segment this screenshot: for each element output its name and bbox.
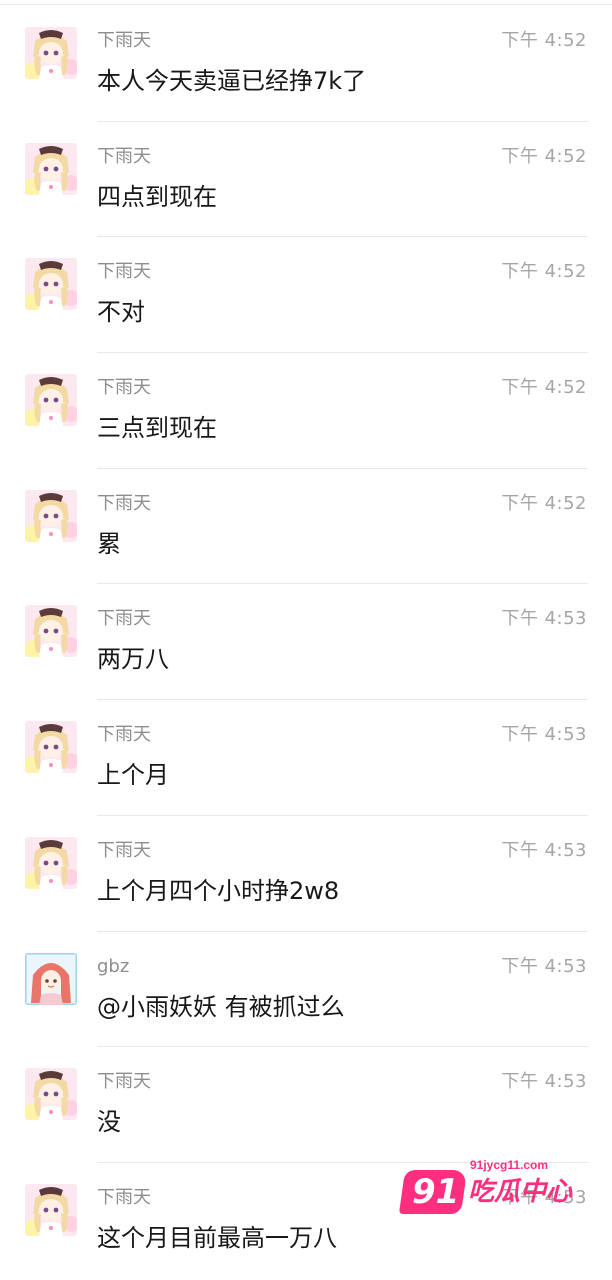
message-item[interactable]: 下雨天 下午 4:53 没 xyxy=(0,1047,612,1163)
watermark-number: 91 xyxy=(412,1172,460,1212)
avatar[interactable] xyxy=(25,374,77,427)
sender-name: 下雨天 xyxy=(97,1071,151,1093)
sender-name: 下雨天 xyxy=(97,492,151,514)
avatar[interactable] xyxy=(25,1183,77,1236)
sender-name: gbz xyxy=(97,955,130,977)
anime-girl-avatar-icon xyxy=(25,1068,77,1121)
avatar[interactable] xyxy=(25,836,77,889)
anime-girl-avatar-icon xyxy=(25,27,77,79)
sender-name: 下雨天 xyxy=(97,145,151,167)
message-text[interactable]: 没 xyxy=(97,1105,121,1139)
anime-girl-avatar-icon xyxy=(25,721,77,774)
message-text[interactable]: 这个月目前最高一万八 xyxy=(97,1221,337,1255)
avatar[interactable] xyxy=(25,605,77,658)
watermark-domain: 91jycg11.com xyxy=(470,1158,549,1172)
message-time: 下午 4:52 xyxy=(501,30,587,51)
message-text[interactable]: 不对 xyxy=(97,295,145,329)
message-time: 下午 4:53 xyxy=(501,955,587,977)
avatar[interactable] xyxy=(25,142,77,195)
watermark-brand: 吃瓜中心 xyxy=(468,1177,573,1207)
message-time: 下午 4:53 xyxy=(501,724,587,746)
sender-name: 下雨天 xyxy=(97,608,151,630)
anime-girl-avatar-icon xyxy=(25,142,77,195)
avatar[interactable] xyxy=(25,721,77,774)
sender-name: 下雨天 xyxy=(97,30,151,51)
chat-message-list[interactable]: 下雨天 下午 4:52 本人今天卖逼已经挣7k了 下雨天 下午 4:52 四点到… xyxy=(0,0,612,1279)
avatar[interactable] xyxy=(25,952,77,1005)
message-time: 下午 4:52 xyxy=(501,145,587,167)
watermark-logo: 91 91jycg11.com 吃瓜中心 xyxy=(398,1158,572,1224)
message-text[interactable]: 三点到现在 xyxy=(97,411,217,445)
message-item[interactable]: 下雨天 下午 4:52 三点到现在 xyxy=(0,353,612,469)
message-item[interactable]: 下雨天 下午 4:53 两万八 xyxy=(0,584,612,701)
sender-name: 下雨天 xyxy=(97,1186,151,1208)
message-item[interactable]: 下雨天 下午 4:52 不对 xyxy=(0,237,612,354)
avatar[interactable] xyxy=(25,27,77,79)
message-text[interactable]: 本人今天卖逼已经挣7k了 xyxy=(97,64,366,98)
message-item[interactable]: gbz 下午 4:53 @小雨妖妖 有被抓过么 xyxy=(0,932,612,1048)
message-text[interactable]: 四点到现在 xyxy=(97,180,217,214)
sender-name: 下雨天 xyxy=(97,839,151,861)
anime-girl-avatar-icon xyxy=(25,258,77,311)
message-time: 下午 4:53 xyxy=(501,839,587,861)
message-time: 下午 4:53 xyxy=(501,1071,587,1093)
message-time: 下午 4:52 xyxy=(501,261,587,283)
red-hair-girl-avatar-icon xyxy=(25,952,77,1005)
message-item[interactable]: 下雨天 下午 4:52 累 xyxy=(0,469,612,585)
message-text[interactable]: 累 xyxy=(97,527,121,561)
sender-name: 下雨天 xyxy=(97,377,151,399)
sender-name: 下雨天 xyxy=(97,724,151,746)
sender-name: 下雨天 xyxy=(97,261,151,283)
message-item[interactable]: 下雨天 下午 4:52 本人今天卖逼已经挣7k了 xyxy=(0,6,612,122)
anime-girl-avatar-icon xyxy=(25,374,77,427)
message-text[interactable]: @小雨妖妖 有被抓过么 xyxy=(97,990,345,1024)
message-text[interactable]: 上个月 xyxy=(97,758,169,792)
message-item[interactable]: 下雨天 下午 4:52 四点到现在 xyxy=(0,122,612,238)
avatar[interactable] xyxy=(25,1068,77,1121)
avatar[interactable] xyxy=(25,258,77,311)
anime-girl-avatar-icon xyxy=(25,489,77,542)
message-item[interactable]: 下雨天 下午 4:53 上个月四个小时挣2w8 xyxy=(0,816,612,932)
message-item[interactable]: 下雨天 下午 4:53 上个月 xyxy=(0,700,612,816)
anime-girl-avatar-icon xyxy=(25,1183,77,1236)
message-time: 下午 4:52 xyxy=(501,377,587,399)
anime-girl-avatar-icon xyxy=(25,605,77,658)
message-time: 下午 4:53 xyxy=(501,608,587,630)
message-text[interactable]: 上个月四个小时挣2w8 xyxy=(97,874,339,908)
message-text[interactable]: 两万八 xyxy=(97,642,169,676)
message-time: 下午 4:52 xyxy=(501,492,587,514)
anime-girl-avatar-icon xyxy=(25,836,77,889)
avatar[interactable] xyxy=(25,489,77,542)
